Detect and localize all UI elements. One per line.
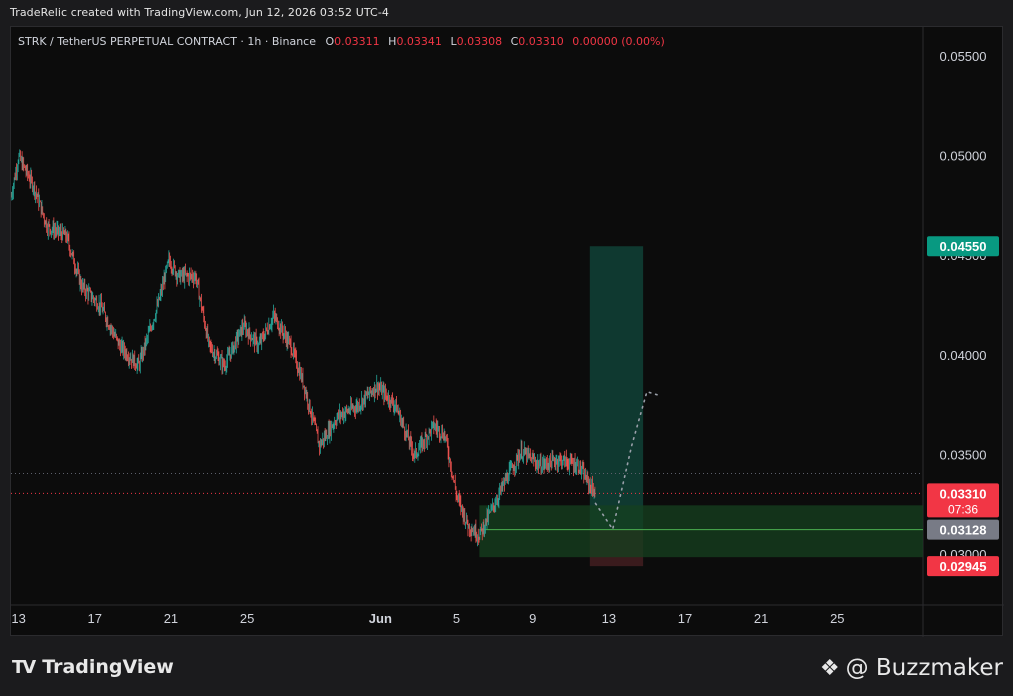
- time-tick-label: 17: [678, 611, 692, 626]
- time-tick-label: 25: [240, 611, 254, 626]
- low-value: 0.03308: [456, 35, 503, 48]
- tradingview-logo[interactable]: TV TradingView: [12, 655, 174, 679]
- author-tag: ❖ @ Buzzmaker: [820, 654, 1003, 682]
- current-price-label: 0.03310: [940, 486, 987, 501]
- price-chart[interactable]: 0.055000.050000.045000.040000.035000.030…: [11, 27, 1004, 637]
- open-value: 0.03311: [334, 35, 380, 48]
- symbol-label[interactable]: STRK / TetherUS PERPETUAL CONTRACT · 1h …: [18, 35, 316, 48]
- change-value: 0.00000 (0.00%): [572, 35, 665, 48]
- price-tick-label: 0.05500: [940, 49, 987, 64]
- open-label: O: [325, 35, 335, 48]
- price-tick-label: 0.04000: [940, 348, 987, 363]
- binance-icon: ❖: [819, 655, 840, 681]
- time-tick-label: Jun: [369, 611, 392, 626]
- time-tick-label: 25: [830, 611, 844, 626]
- time-tick-label: 13: [11, 611, 25, 626]
- tradingview-logo-icon: TV: [12, 656, 36, 678]
- current-price-label-countdown: 07:36: [948, 502, 978, 516]
- price-tick-label: 0.05000: [940, 149, 987, 164]
- stop-price-label: 0.02945: [940, 559, 987, 574]
- entry-price-label: 0.03128: [940, 523, 987, 538]
- chart-credit: TradeRelic created with TradingView.com,…: [10, 6, 389, 19]
- time-tick-label: 21: [164, 611, 178, 626]
- time-tick-label: 5: [453, 611, 460, 626]
- target-zone: [589, 246, 644, 530]
- ohlc-legend: STRK / TetherUS PERPETUAL CONTRACT · 1h …: [18, 35, 670, 48]
- target-price-label: 0.04550: [940, 239, 987, 254]
- tradingview-brand: TradingView: [42, 656, 174, 678]
- time-tick-label: 21: [754, 611, 768, 626]
- close-value: 0.03310: [518, 35, 564, 48]
- time-tick-label: 17: [88, 611, 102, 626]
- entry-zone-band: [479, 505, 923, 558]
- low-label: L: [450, 35, 457, 48]
- high-value: 0.03341: [396, 35, 442, 48]
- price-tick-label: 0.03500: [940, 448, 987, 463]
- chart-area[interactable]: 0.055000.050000.045000.040000.035000.030…: [10, 26, 1004, 637]
- author-name: @ Buzzmaker: [845, 655, 1003, 681]
- time-tick-label: 9: [529, 611, 536, 626]
- time-tick-label: 13: [602, 611, 616, 626]
